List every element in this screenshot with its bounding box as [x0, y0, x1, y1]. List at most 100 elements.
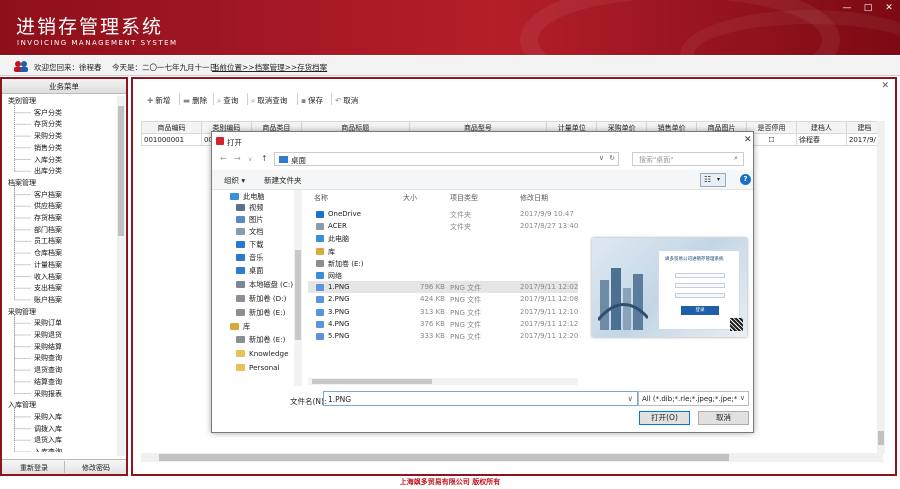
minimize-button[interactable]: —	[840, 2, 854, 14]
menu-item[interactable]: 入库查询	[34, 447, 62, 452]
organize-button[interactable]: 组织 ▾	[224, 175, 245, 186]
nav-item[interactable]: 文档	[236, 227, 263, 237]
menu-item[interactable]: 支出档案	[34, 283, 62, 293]
menu-item[interactable]: 调拨入库	[34, 424, 62, 434]
menu-category[interactable]: 采购管理	[8, 307, 36, 317]
grid-vertical-scrollbar[interactable]	[877, 121, 885, 453]
nav-item[interactable]: 库	[230, 322, 250, 332]
file-row[interactable]: 3.PNG 313 KB PNG 文件 2017/9/11 12:10	[308, 306, 578, 318]
file-row[interactable]: ACER 文件夹 2017/8/27 13:40	[308, 220, 578, 232]
query-button[interactable]: ⌕ 查询	[217, 95, 238, 106]
nav-item[interactable]: 桌面	[236, 266, 263, 276]
column-size[interactable]: 大小	[403, 193, 417, 203]
file-row[interactable]: 此电脑	[308, 232, 578, 244]
maximize-button[interactable]: □	[861, 2, 875, 14]
menu-category[interactable]: 入库管理	[8, 400, 36, 410]
disabled-checkbox[interactable]: ☐	[746, 133, 797, 146]
navigation-scrollbar[interactable]	[294, 190, 302, 386]
panel-close-icon[interactable]: ✕	[881, 81, 889, 91]
open-button[interactable]: 打开(O)	[639, 411, 690, 425]
menu-item[interactable]: 存货档案	[34, 213, 62, 223]
change-password-button[interactable]: 修改密码	[82, 463, 110, 473]
file-row[interactable]: 4.PNG 376 KB PNG 文件 2017/9/11 12:12	[308, 318, 578, 330]
file-row[interactable]: 5.PNG 333 KB PNG 文件 2017/9/11 12:20	[308, 330, 578, 342]
new-button[interactable]: ✚ 新增	[147, 95, 170, 106]
menu-item[interactable]: 采购订单	[34, 318, 62, 328]
nav-item[interactable]: 音乐	[236, 253, 263, 263]
menu-item[interactable]: 退货入库	[34, 435, 62, 445]
nav-item[interactable]: 图片	[236, 215, 263, 225]
menu-category[interactable]: 类别管理	[8, 96, 36, 106]
refresh-icon[interactable]: ↻	[609, 154, 615, 162]
address-dropdown-icon[interactable]: ∨	[599, 154, 604, 162]
menu-item[interactable]: 销售分类	[34, 143, 62, 153]
menu-item[interactable]: 员工档案	[34, 236, 62, 246]
cancel-button[interactable]: ↶ 取消	[335, 95, 358, 106]
nav-item[interactable]: 下载	[236, 240, 263, 250]
recent-dropdown-icon[interactable]: ∨	[248, 156, 252, 163]
menu-item[interactable]: 结算查询	[34, 377, 62, 387]
nav-item[interactable]: 此电脑	[230, 192, 265, 202]
menu-category[interactable]: 档案管理	[8, 178, 36, 188]
nav-item[interactable]: 视频	[236, 203, 263, 213]
menu-item[interactable]: 仓库档案	[34, 248, 62, 258]
nav-item[interactable]: 新加卷 (E:)	[236, 335, 285, 345]
chevron-down-icon[interactable]: ∨	[628, 394, 634, 403]
filetype-select[interactable]: All (*.dib;*.rle;*.jpeg;*.jpe;*.jp ∨	[638, 391, 749, 406]
menu-item[interactable]: 退货查询	[34, 365, 62, 375]
column-header[interactable]: 建档人	[795, 121, 847, 134]
menu-item[interactable]: 采购入库	[34, 412, 62, 422]
nav-item[interactable]: 本地磁盘 (C:)	[236, 280, 293, 290]
forward-arrow-icon[interactable]: →	[234, 154, 241, 163]
file-row[interactable]: 2.PNG 424 KB PNG 文件 2017/9/11 12:08	[308, 293, 578, 305]
breadcrumb[interactable]: 当前位置>>档案管理>>存货档案	[212, 62, 327, 73]
menu-item[interactable]: 供应档案	[34, 201, 62, 211]
file-row[interactable]: 1.PNG 796 KB PNG 文件 2017/9/11 12:02	[308, 281, 578, 294]
sidebar-scrollbar[interactable]	[117, 96, 125, 456]
search-input[interactable]: 搜索"桌面" ⌕	[632, 152, 744, 166]
close-button[interactable]: ✕	[882, 2, 896, 14]
menu-item[interactable]: 部门档案	[34, 225, 62, 235]
menu-item[interactable]: 出库分类	[34, 166, 62, 176]
file-row[interactable]: 新加卷 (E:)	[308, 257, 578, 269]
nav-item[interactable]: Knowledge	[236, 349, 289, 358]
view-options-button[interactable]: ☷ ▾	[700, 173, 726, 187]
column-header[interactable]: 商品编码	[141, 121, 202, 134]
menu-item[interactable]: 账户档案	[34, 295, 62, 305]
file-row[interactable]: OneDrive 文件夹 2017/9/9 10:47	[308, 208, 578, 220]
column-name[interactable]: 名称	[314, 193, 328, 203]
menu-item[interactable]: 采购结算	[34, 342, 62, 352]
menu-item[interactable]: 客户档案	[34, 190, 62, 200]
menu-item[interactable]: 客户分类	[34, 108, 62, 118]
nav-item[interactable]: 新加卷 (E:)	[236, 308, 285, 318]
menu-item[interactable]: 入库分类	[34, 155, 62, 165]
column-date[interactable]: 修改日期	[520, 193, 548, 203]
help-icon[interactable]: ?	[740, 174, 751, 185]
relogin-button[interactable]: 重新登录	[20, 463, 48, 473]
nav-item[interactable]: 新加卷 (D:)	[236, 294, 286, 304]
grid-horizontal-scrollbar[interactable]	[141, 453, 883, 462]
new-folder-button[interactable]: 新建文件夹	[264, 175, 302, 186]
save-button[interactable]: ▪ 保存	[301, 95, 323, 106]
filename-input[interactable]: 1.PNG ∨	[323, 391, 638, 406]
back-arrow-icon[interactable]: ←	[220, 154, 227, 163]
file-list-scrollbar[interactable]	[308, 378, 578, 385]
file-row[interactable]: 库	[308, 245, 578, 257]
dialog-cancel-button[interactable]: 取消	[698, 411, 749, 425]
dialog-close-button[interactable]: ✕	[744, 135, 752, 145]
menu-item[interactable]: 采购退货	[34, 330, 62, 340]
menu-item[interactable]: 收入档案	[34, 272, 62, 282]
delete-button[interactable]: ▬ 删除	[183, 95, 207, 106]
address-bar[interactable]: 桌面 ∨ ↻	[274, 152, 619, 166]
file-row[interactable]: 网络	[308, 269, 578, 281]
menu-item[interactable]: 采购分类	[34, 131, 62, 141]
nav-item[interactable]: Personal	[236, 363, 280, 372]
column-header[interactable]: 是否停用	[746, 121, 797, 134]
menu-item[interactable]: 存货分类	[34, 119, 62, 129]
menu-item[interactable]: 计量档案	[34, 260, 62, 270]
menu-item[interactable]: 采购报表	[34, 389, 62, 399]
menu-item[interactable]: 采购查询	[34, 353, 62, 363]
cancel-query-button[interactable]: ⌕ 取消查询	[251, 95, 287, 106]
up-arrow-icon[interactable]: ↑	[261, 154, 268, 163]
column-type[interactable]: 项目类型	[450, 193, 478, 203]
